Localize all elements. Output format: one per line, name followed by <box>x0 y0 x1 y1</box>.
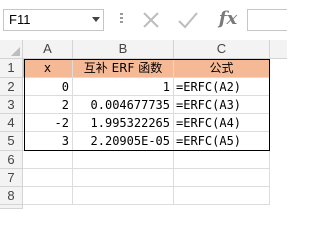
cancel-button[interactable] <box>140 9 162 31</box>
cell-b8[interactable] <box>73 187 174 205</box>
column-header-d[interactable] <box>270 40 287 59</box>
chevron-down-icon[interactable] <box>92 17 100 22</box>
cell-a1[interactable]: x <box>23 59 73 78</box>
cell-c8[interactable] <box>174 187 270 205</box>
column-header-c[interactable]: C <box>174 40 270 59</box>
row-header-8[interactable]: 8 <box>0 187 23 205</box>
cell-c3[interactable]: =ERFC(A3) <box>174 96 270 114</box>
formula-bar: F11 fx <box>0 0 287 38</box>
cell-b7[interactable] <box>73 169 174 187</box>
cell-a8[interactable] <box>23 187 73 205</box>
cell-c2[interactable]: =ERFC(A2) <box>174 78 270 96</box>
cell-c5[interactable]: =ERFC(A5) <box>174 132 270 151</box>
name-box-value: F11 <box>9 12 31 27</box>
insert-function-button[interactable]: fx <box>215 7 241 31</box>
cell-c6[interactable] <box>174 151 270 169</box>
cell-b1[interactable]: 互补 ERF 函数 <box>73 59 174 78</box>
cell-b4[interactable]: 1.995322265 <box>73 114 174 132</box>
cell-a3[interactable]: 2 <box>23 96 73 114</box>
row-header-6[interactable]: 6 <box>0 151 23 169</box>
cell-a4[interactable]: -2 <box>23 114 73 132</box>
cell-a5[interactable]: 3 <box>23 132 73 151</box>
fx-icon: fx <box>218 8 238 29</box>
row-header-4[interactable]: 4 <box>0 114 23 132</box>
select-all-button[interactable] <box>0 40 23 59</box>
name-box[interactable]: F11 <box>3 9 104 31</box>
cell-b6[interactable] <box>73 151 174 169</box>
column-header-a[interactable]: A <box>23 40 73 59</box>
enter-button[interactable] <box>177 9 199 31</box>
cell-b2[interactable]: 1 <box>73 78 174 96</box>
close-icon <box>143 12 159 28</box>
cell-c4[interactable]: =ERFC(A4) <box>174 114 270 132</box>
row-header-5[interactable]: 5 <box>0 132 23 151</box>
row-header-1[interactable]: 1 <box>0 59 23 78</box>
row-header-3[interactable]: 3 <box>0 96 23 114</box>
cell-a2[interactable]: 0 <box>23 78 73 96</box>
formula-input[interactable] <box>247 9 287 31</box>
cell-b3[interactable]: 0.004677735 <box>73 96 174 114</box>
row-header-7[interactable]: 7 <box>0 169 23 187</box>
check-icon <box>178 12 198 29</box>
cell-c1[interactable]: 公式 <box>174 59 270 78</box>
column-header-b[interactable]: B <box>73 40 174 59</box>
drag-handle-icon[interactable] <box>120 13 123 27</box>
row-header-2[interactable]: 2 <box>0 78 23 96</box>
cell-a7[interactable] <box>23 169 73 187</box>
cell-c7[interactable] <box>174 169 270 187</box>
cell-a6[interactable] <box>23 151 73 169</box>
cell-b5[interactable]: 2.20905E-05 <box>73 132 174 151</box>
row-header-9[interactable] <box>0 205 23 209</box>
